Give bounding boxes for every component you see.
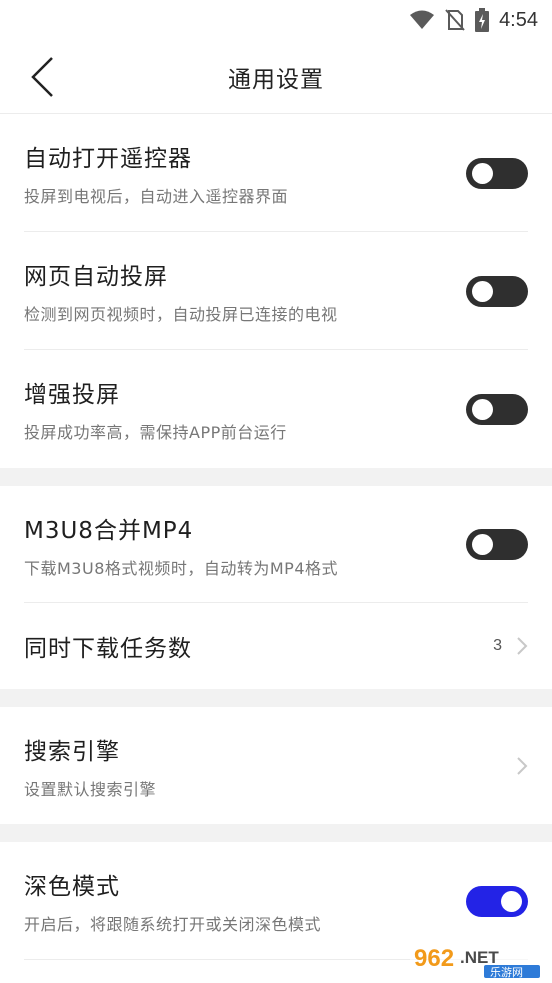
watermark-logo: 962 .NET 乐游网 bbox=[410, 939, 542, 979]
setting-title: M3U8合并MP4 bbox=[24, 517, 194, 544]
section-search: 搜索引擎 设置默认搜索引擎 bbox=[0, 707, 552, 824]
toggle-knob bbox=[501, 890, 522, 912]
setting-title: 同时下载任务数 bbox=[24, 636, 192, 662]
header: 通用设置 bbox=[0, 40, 552, 114]
concurrent-downloads-value: 3 bbox=[493, 637, 502, 654]
section-gap bbox=[0, 824, 552, 842]
setting-concurrent-downloads[interactable]: 同时下载任务数 3 bbox=[0, 603, 552, 689]
setting-title: 增强投屏 bbox=[24, 382, 120, 408]
setting-title: 搜索引擎 bbox=[24, 738, 120, 765]
section-download: M3U8合并MP4 下载M3U8格式视频时，自动转为MP4格式 同时下载任务数 … bbox=[0, 486, 552, 689]
setting-remote-auto-open: 自动打开遥控器 投屏到电视后，自动进入遥控器界面 bbox=[0, 114, 552, 232]
setting-m3u8-merge: M3U8合并MP4 下载M3U8格式视频时，自动转为MP4格式 bbox=[0, 486, 552, 603]
setting-title: 网页自动投屏 bbox=[24, 264, 168, 290]
setting-title: 自动打开遥控器 bbox=[24, 146, 192, 172]
no-sim-icon bbox=[445, 9, 465, 31]
setting-subtitle: 投屏成功率高，需保持APP前台运行 bbox=[24, 423, 287, 442]
setting-enhanced-cast: 增强投屏 投屏成功率高，需保持APP前台运行 bbox=[0, 350, 552, 468]
toggle-knob bbox=[472, 398, 493, 420]
wifi-icon bbox=[409, 10, 435, 30]
setting-subtitle: 开启后，将跟随系统打开或关闭深色模式 bbox=[24, 915, 322, 934]
battery-charging-icon bbox=[475, 8, 490, 32]
dark-mode-toggle[interactable] bbox=[466, 885, 528, 917]
toggle-knob bbox=[472, 162, 493, 184]
enhanced-cast-toggle[interactable] bbox=[466, 393, 528, 425]
section-cast: 自动打开遥控器 投屏到电视后，自动进入遥控器界面 网页自动投屏 检测到网页视频时… bbox=[0, 114, 552, 468]
chevron-right-icon bbox=[516, 636, 528, 656]
section-gap bbox=[0, 468, 552, 486]
setting-subtitle: 下载M3U8格式视频时，自动转为MP4格式 bbox=[24, 558, 339, 578]
section-gap bbox=[0, 689, 552, 707]
setting-search-engine[interactable]: 搜索引擎 设置默认搜索引擎 bbox=[0, 707, 552, 824]
chevron-right-icon bbox=[516, 756, 528, 776]
status-time: 4:54 bbox=[499, 8, 538, 31]
setting-subtitle: 设置默认搜索引擎 bbox=[24, 779, 157, 799]
setting-web-auto-cast: 网页自动投屏 检测到网页视频时，自动投屏已连接的电视 bbox=[0, 232, 552, 350]
setting-subtitle: 投屏到电视后，自动进入遥控器界面 bbox=[24, 187, 289, 206]
svg-text:乐游网: 乐游网 bbox=[490, 966, 523, 979]
back-button[interactable] bbox=[22, 54, 62, 100]
svg-text:.NET: .NET bbox=[460, 948, 499, 967]
back-arrow-icon bbox=[31, 57, 53, 97]
setting-title: 深色模式 bbox=[24, 874, 120, 900]
toggle-knob bbox=[472, 534, 493, 555]
setting-subtitle: 检测到网页视频时，自动投屏已连接的电视 bbox=[24, 305, 338, 324]
remote-auto-open-toggle[interactable] bbox=[466, 157, 528, 189]
m3u8-merge-toggle[interactable] bbox=[466, 529, 528, 560]
svg-text:962: 962 bbox=[414, 945, 454, 972]
toggle-knob bbox=[472, 280, 493, 302]
page-title: 通用设置 bbox=[228, 66, 324, 93]
web-auto-cast-toggle[interactable] bbox=[466, 275, 528, 307]
status-bar: 4:54 bbox=[0, 0, 552, 40]
